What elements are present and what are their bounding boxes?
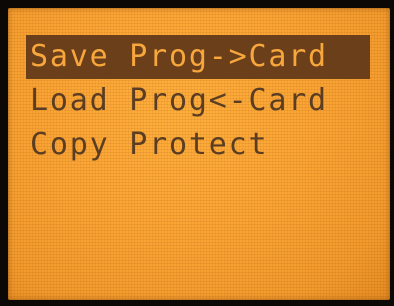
device-bezel: Save Prog->Card Load Prog<-Card Copy Pro… bbox=[0, 0, 394, 306]
menu-item-save-prog-to-card[interactable]: Save Prog->Card bbox=[26, 35, 370, 79]
card-menu: Save Prog->Card Load Prog<-Card Copy Pro… bbox=[26, 35, 370, 167]
lcd-screen: Save Prog->Card Load Prog<-Card Copy Pro… bbox=[8, 8, 390, 300]
menu-item-copy-protect[interactable]: Copy Protect bbox=[26, 123, 370, 167]
menu-item-load-prog-from-card[interactable]: Load Prog<-Card bbox=[26, 79, 370, 123]
